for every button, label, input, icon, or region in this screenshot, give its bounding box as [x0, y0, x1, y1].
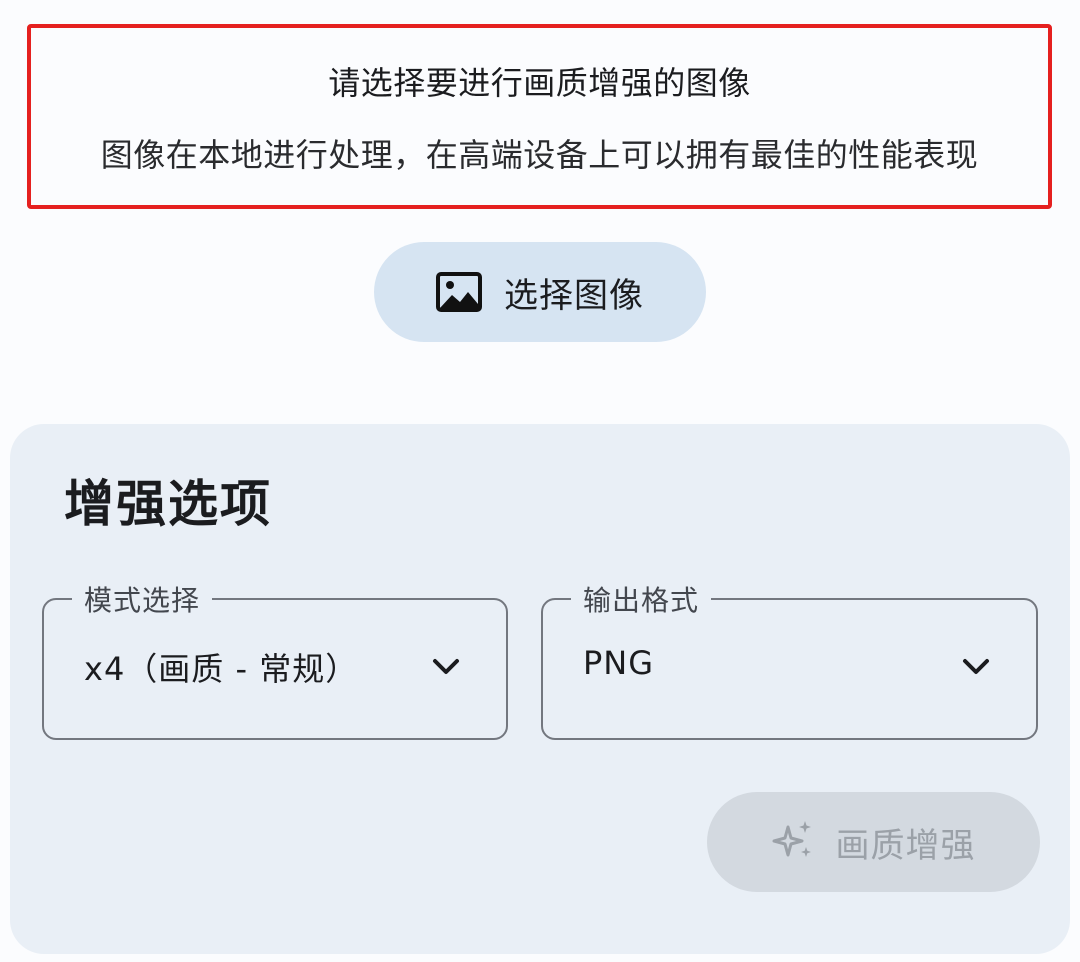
mode-select-legend: 模式选择	[72, 579, 213, 619]
sparkle-icon	[772, 819, 814, 865]
mode-select[interactable]: 模式选择 x4（画质 - 常规）	[42, 579, 508, 740]
format-select-value: PNG	[583, 644, 655, 682]
select-image-button[interactable]: 选择图像	[374, 242, 706, 342]
chevron-down-icon	[962, 658, 990, 680]
info-box: 请选择要进行画质增强的图像 图像在本地进行处理，在高端设备上可以拥有最佳的性能表…	[27, 24, 1052, 209]
info-title: 请选择要进行画质增强的图像	[328, 63, 751, 102]
enhance-button-label: 画质增强	[835, 825, 976, 866]
format-select-legend: 输出格式	[571, 579, 712, 619]
chevron-down-icon	[432, 658, 460, 680]
options-title: 增强选项	[64, 475, 272, 533]
info-subtitle: 图像在本地进行处理，在高端设备上可以拥有最佳的性能表现	[100, 135, 979, 174]
enhance-button[interactable]: 画质增强	[707, 792, 1040, 892]
page: 请选择要进行画质增强的图像 图像在本地进行处理，在高端设备上可以拥有最佳的性能表…	[0, 0, 1080, 962]
select-image-label: 选择图像	[504, 275, 644, 316]
enhance-options-card: 增强选项 模式选择 x4（画质 - 常规） 输出格式 PNG 画质增强	[10, 424, 1070, 954]
mode-select-value: x4（画质 - 常规）	[84, 650, 359, 688]
image-icon	[436, 272, 482, 312]
format-select[interactable]: 输出格式 PNG	[541, 579, 1038, 740]
